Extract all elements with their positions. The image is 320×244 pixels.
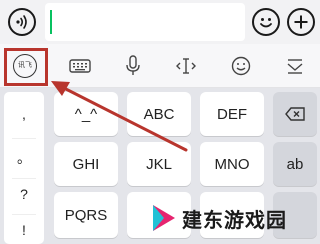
symbol-period[interactable]: 。 bbox=[4, 148, 44, 168]
voice-wave-icon bbox=[16, 15, 27, 29]
text-caret bbox=[50, 10, 52, 34]
watermark-text: 建东游戏园 bbox=[182, 209, 287, 232]
key-abc[interactable]: ABC bbox=[127, 92, 191, 136]
key-mno[interactable]: MNO bbox=[200, 142, 264, 186]
symbol-comma[interactable]: , bbox=[4, 106, 44, 122]
keyboard-icon bbox=[69, 59, 91, 73]
voice-typing-button[interactable] bbox=[121, 54, 145, 78]
key-ghi[interactable]: GHI bbox=[54, 142, 118, 186]
symbol-exclaim[interactable]: ! bbox=[4, 222, 44, 238]
watermark: 建东游戏园 bbox=[150, 200, 287, 236]
annotation-highlight-box bbox=[4, 48, 48, 86]
emoji-button[interactable] bbox=[252, 8, 280, 36]
key-emoticon[interactable]: ^_^ bbox=[54, 92, 118, 136]
symbol-column[interactable]: , 。 ? ! bbox=[4, 92, 44, 244]
microphone-icon bbox=[126, 55, 140, 75]
divider bbox=[12, 178, 36, 179]
key-pqrs[interactable]: PQRS bbox=[54, 192, 118, 238]
delete-key[interactable] bbox=[273, 92, 317, 136]
case-switch-key[interactable]: ab bbox=[273, 142, 317, 186]
smiley-face-icon bbox=[260, 18, 272, 28]
emoji-icon bbox=[231, 56, 251, 76]
divider bbox=[12, 138, 36, 139]
text-cursor-icon bbox=[176, 58, 196, 74]
symbol-question[interactable]: ? bbox=[4, 186, 44, 202]
ime-toolbar bbox=[0, 44, 320, 88]
message-input[interactable] bbox=[45, 3, 245, 41]
divider bbox=[12, 214, 36, 215]
keyboard-switch-button[interactable] bbox=[68, 54, 92, 78]
play-logo-icon bbox=[153, 205, 175, 231]
voice-input-button[interactable] bbox=[8, 8, 36, 36]
key-def[interactable]: DEF bbox=[200, 92, 264, 136]
collapse-keyboard-icon bbox=[287, 59, 303, 74]
key-jkl[interactable]: JKL bbox=[127, 142, 191, 186]
more-functions-button[interactable] bbox=[287, 8, 315, 36]
chat-input-bar bbox=[0, 0, 320, 44]
hide-keyboard-button[interactable] bbox=[283, 54, 307, 78]
cursor-move-button[interactable] bbox=[174, 54, 198, 78]
emoji-panel-button[interactable] bbox=[229, 54, 253, 78]
backspace-icon bbox=[285, 107, 305, 121]
